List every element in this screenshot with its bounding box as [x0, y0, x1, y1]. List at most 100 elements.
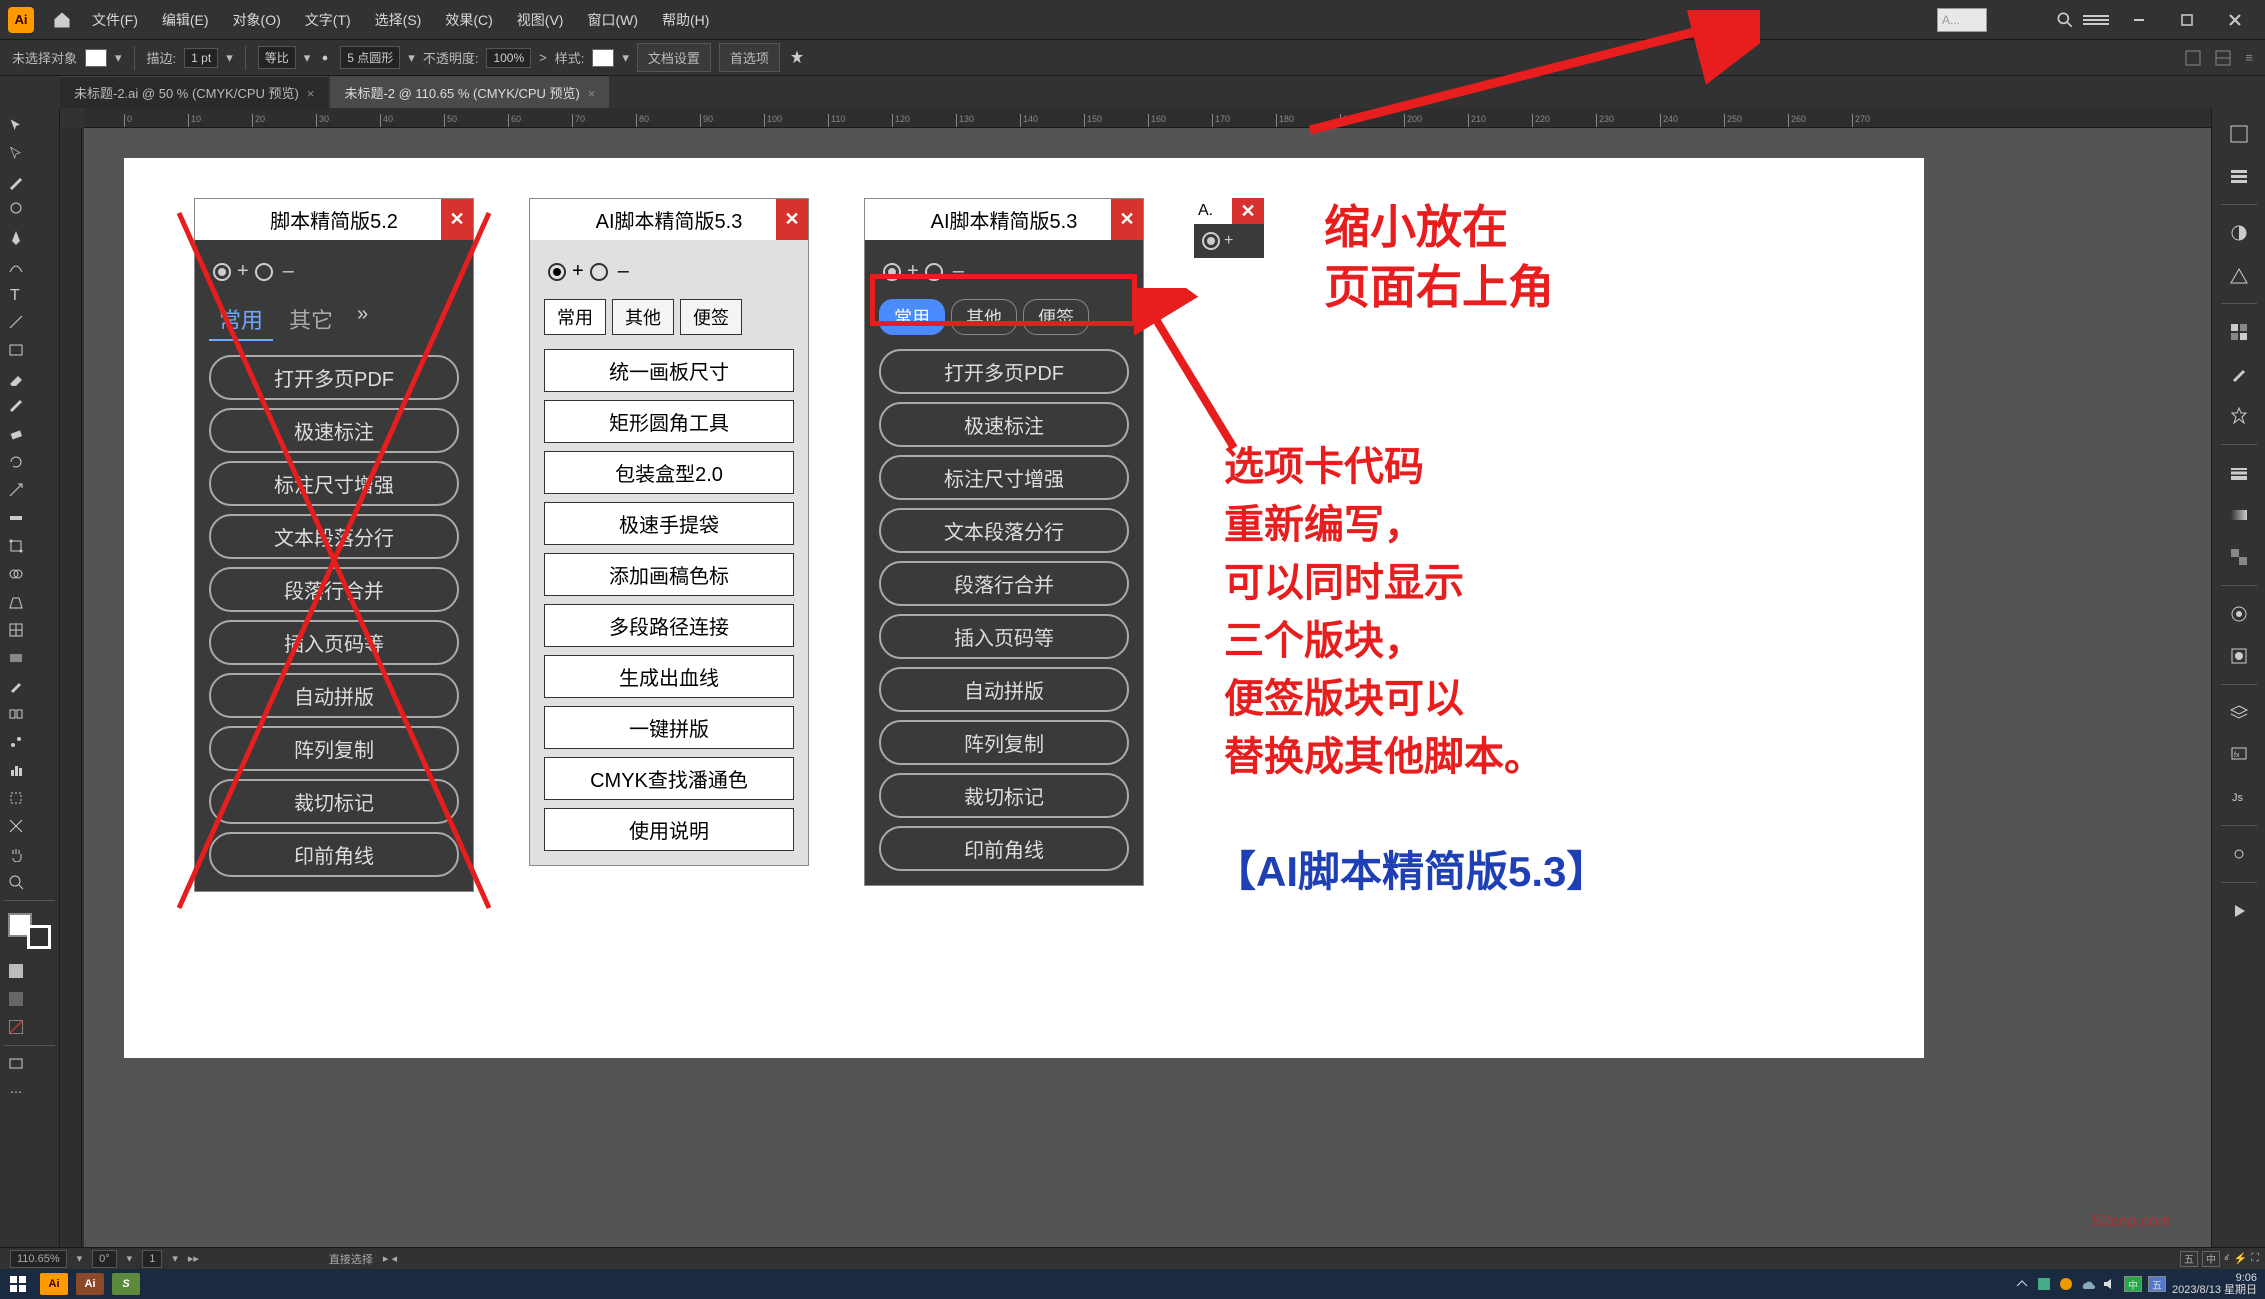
color-guide-icon[interactable] — [2221, 257, 2257, 293]
width-tool-icon[interactable] — [3, 505, 29, 531]
radio-option[interactable] — [213, 263, 231, 281]
lasso-icon[interactable] — [3, 197, 29, 223]
radio-option[interactable] — [1202, 232, 1220, 250]
edit-toolbar-icon[interactable]: ⋯ — [3, 1079, 29, 1105]
script-btn[interactable]: 极速标注 — [879, 402, 1129, 447]
ruler-vertical[interactable] — [62, 128, 82, 1247]
type-tool-icon[interactable]: T — [3, 281, 29, 307]
taskbar-ai-icon[interactable]: Ai — [40, 1273, 68, 1295]
tray-volume-icon[interactable] — [2102, 1276, 2118, 1292]
taskbar-ai-icon[interactable]: Ai — [76, 1273, 104, 1295]
radio-option[interactable] — [883, 263, 901, 281]
menu-effect[interactable]: 效果(C) — [435, 4, 502, 36]
prefs-button[interactable]: 首选项 — [719, 43, 780, 72]
script-btn[interactable]: 多段路径连接 — [544, 604, 794, 647]
rotation[interactable]: 0° — [92, 1250, 117, 1268]
script-btn[interactable]: 打开多页PDF — [879, 349, 1129, 394]
script-btn[interactable]: 包装盒型2.0 — [544, 451, 794, 494]
menu-file[interactable]: 文件(F) — [82, 4, 148, 36]
stroke-profile[interactable]: 5 点圆形 — [340, 46, 400, 69]
ime-indicator[interactable]: 中 — [2124, 1276, 2142, 1292]
graphic-styles-icon[interactable] — [2221, 638, 2257, 674]
panel-layout-icon[interactable] — [2215, 50, 2231, 66]
script-btn[interactable]: 段落行合并 — [879, 561, 1129, 606]
eraser-tool-icon[interactable] — [3, 421, 29, 447]
script-btn[interactable]: 使用说明 — [544, 808, 794, 851]
rect-tool-icon[interactable] — [3, 337, 29, 363]
script-btn[interactable]: 裁切标记 — [879, 773, 1129, 818]
close-window-button[interactable] — [2213, 6, 2257, 34]
script-btn[interactable]: 标注尺寸增强 — [879, 455, 1129, 500]
gradient-panel-icon[interactable] — [2221, 497, 2257, 533]
script-btn[interactable]: 生成出血线 — [544, 655, 794, 698]
tray-security-icon[interactable] — [2036, 1276, 2052, 1292]
menu-edit[interactable]: 编辑(E) — [152, 4, 219, 36]
tab-other[interactable]: 其它 — [279, 299, 343, 341]
links-panel-icon[interactable] — [2221, 836, 2257, 872]
script-btn[interactable]: 文本段落分行 — [209, 514, 459, 559]
symbols-panel-icon[interactable] — [2221, 398, 2257, 434]
script-btn[interactable]: 统一画板尺寸 — [544, 349, 794, 392]
hand-tool-icon[interactable] — [3, 841, 29, 867]
line-tool-icon[interactable] — [3, 309, 29, 335]
magic-wand-icon[interactable] — [3, 169, 29, 195]
zoom-level[interactable]: 110.65% — [10, 1250, 67, 1268]
menu-select[interactable]: 选择(S) — [365, 4, 432, 36]
ime-indicator[interactable]: 中 — [2202, 1251, 2220, 1267]
script-btn[interactable]: 自动拼版 — [879, 667, 1129, 712]
appearance-panel-icon[interactable] — [2221, 596, 2257, 632]
tab-other[interactable]: 其他 — [951, 299, 1017, 335]
script-btn[interactable]: 文本段落分行 — [879, 508, 1129, 553]
taskbar-app-icon[interactable]: S — [112, 1273, 140, 1295]
script-btn[interactable]: 添加画稿色标 — [544, 553, 794, 596]
tab-notes[interactable]: 便签 — [680, 299, 742, 335]
layers-panel-icon[interactable] — [2221, 695, 2257, 731]
ruler-horizontal[interactable]: 0 10 20 30 40 50 60 70 80 90 100 110 120… — [84, 108, 2211, 128]
zoom-tool-icon[interactable] — [3, 869, 29, 895]
perspective-icon[interactable] — [3, 589, 29, 615]
artboard-nav[interactable]: 1 — [142, 1250, 162, 1268]
scale-tool-icon[interactable] — [3, 477, 29, 503]
tray-up-icon[interactable] — [2014, 1276, 2030, 1292]
radio-option[interactable] — [925, 263, 943, 281]
menu-help[interactable]: 帮助(H) — [652, 4, 719, 36]
topbar-search-mini[interactable]: A... — [1937, 8, 1987, 32]
tray-network-icon[interactable] — [2058, 1276, 2074, 1292]
brush-tool-icon[interactable] — [3, 365, 29, 391]
none-mode-icon[interactable] — [3, 1014, 29, 1040]
doc-tab-1[interactable]: 未标题-2.ai @ 50 % (CMYK/CPU 预览)× — [60, 76, 328, 108]
color-panel-icon[interactable] — [2221, 215, 2257, 251]
curvature-tool-icon[interactable] — [3, 253, 29, 279]
script-btn[interactable]: 打开多页PDF — [209, 355, 459, 400]
tab-common[interactable]: 常用 — [879, 299, 945, 335]
script-btn[interactable]: 插入页码等 — [209, 620, 459, 665]
panel-collapse-icon[interactable] — [2185, 50, 2201, 66]
stroke-weight[interactable]: 1 pt — [184, 48, 218, 68]
clock-time[interactable]: 9:06 — [2172, 1272, 2257, 1284]
pin-icon[interactable] — [788, 49, 806, 67]
gradient-tool-icon[interactable] — [3, 645, 29, 671]
script-btn[interactable]: 标注尺寸增强 — [209, 461, 459, 506]
docsetup-button[interactable]: 文档设置 — [637, 43, 711, 72]
panel-close-button[interactable]: ✕ — [776, 199, 808, 240]
script-btn[interactable]: 裁切标记 — [209, 779, 459, 824]
script-btn[interactable]: 印前角线 — [209, 832, 459, 877]
shape-builder-icon[interactable] — [3, 561, 29, 587]
chevron-right-icon[interactable]: » — [349, 299, 376, 341]
minimize-button[interactable] — [2117, 6, 2161, 34]
home-icon[interactable] — [52, 10, 72, 30]
selection-tool-icon[interactable] — [3, 113, 29, 139]
script-btn[interactable]: 极速标注 — [209, 408, 459, 453]
menu-object[interactable]: 对象(O) — [223, 4, 291, 36]
swatches-panel-icon[interactable] — [2221, 314, 2257, 350]
start-button[interactable] — [0, 1269, 36, 1299]
tab-common[interactable]: 常用 — [209, 299, 273, 341]
canvas-area[interactable]: 脚本精简版5.2 ✕ + – 常用 其它 » 打开多页PDF 极速标注 — [84, 128, 2211, 1247]
graph-tool-icon[interactable] — [3, 757, 29, 783]
color-mode-icon[interactable] — [3, 958, 29, 984]
script-btn[interactable]: 插入页码等 — [879, 614, 1129, 659]
stroke-panel-icon[interactable] — [2221, 455, 2257, 491]
fill-swatch[interactable] — [85, 49, 107, 67]
script-btn[interactable]: 印前角线 — [879, 826, 1129, 871]
close-tab-icon[interactable]: × — [307, 86, 315, 101]
